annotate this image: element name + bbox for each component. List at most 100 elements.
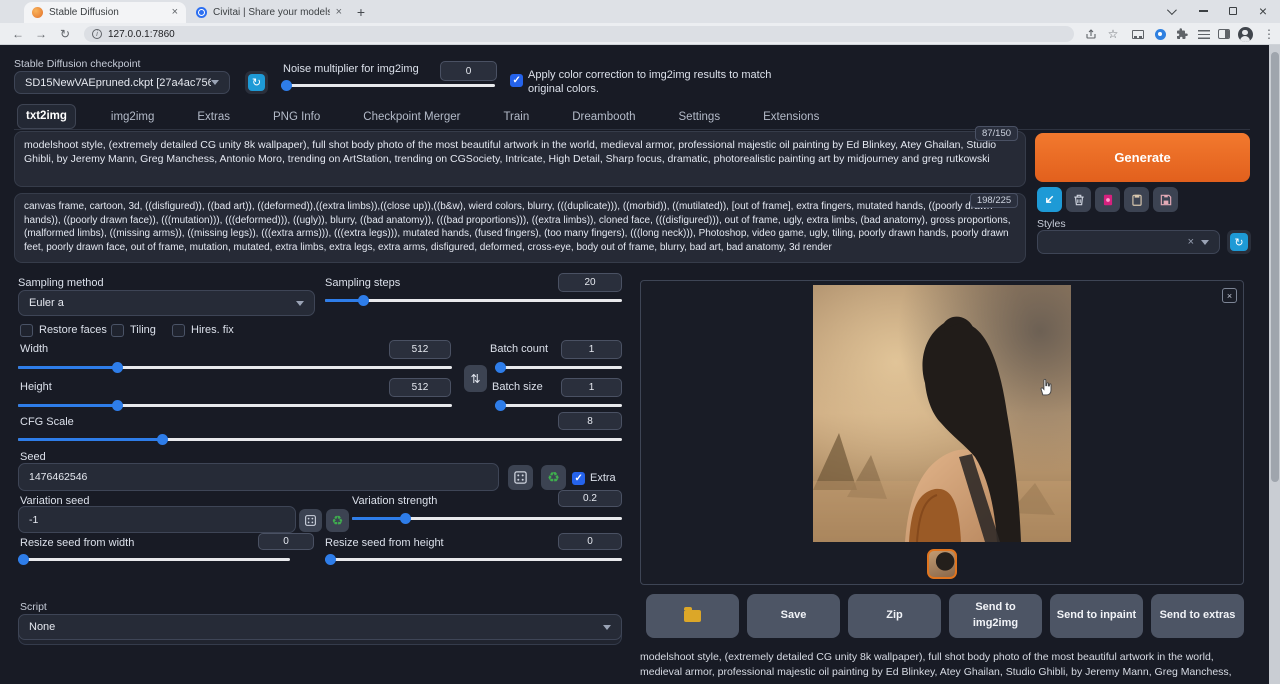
tab-settings[interactable]: Settings bbox=[671, 106, 729, 129]
share-icon[interactable] bbox=[1083, 26, 1099, 42]
blue-extension-icon[interactable] bbox=[1152, 26, 1168, 42]
styles-dropdown[interactable] bbox=[1037, 230, 1220, 254]
prompt-tool-buttons bbox=[1037, 187, 1178, 212]
browser-tab-strip: Stable Diffusion Civitai | Share your mo… bbox=[0, 0, 1280, 23]
send-to-extras-button[interactable]: Send to extras bbox=[1151, 594, 1244, 638]
swap-icon bbox=[470, 372, 480, 386]
hires-fix-checkbox[interactable] bbox=[172, 324, 185, 337]
profile-avatar[interactable] bbox=[1237, 26, 1253, 42]
browser-toolbar: 127.0.0.1:7860 bbox=[0, 23, 1280, 45]
media-extension-icon[interactable] bbox=[1130, 26, 1146, 42]
styles-refresh-button[interactable] bbox=[1227, 230, 1251, 254]
send-to-inpaint-button[interactable]: Send to inpaint bbox=[1050, 594, 1143, 638]
close-image-icon[interactable] bbox=[1222, 288, 1237, 303]
extra-seed-label: Extra bbox=[590, 472, 616, 484]
batch-size-value[interactable]: 1 bbox=[561, 378, 622, 397]
extra-networks-button[interactable] bbox=[1095, 187, 1120, 212]
checkpoint-dropdown[interactable]: SD15NewVAEpruned.ckpt [27a4ac756c] bbox=[14, 71, 230, 94]
resize-seed-width-slider[interactable] bbox=[18, 553, 290, 565]
batch-size-slider[interactable] bbox=[495, 399, 622, 411]
generated-image[interactable] bbox=[813, 285, 1071, 542]
batch-count-slider[interactable] bbox=[495, 361, 622, 373]
seed-value: 1476462546 bbox=[29, 471, 488, 483]
checkpoint-value: SD15NewVAEpruned.ckpt [27a4ac756c] bbox=[25, 77, 211, 89]
script-label: Script bbox=[20, 601, 47, 613]
variation-seed-input[interactable]: -1 bbox=[18, 506, 296, 533]
save-button[interactable]: Save bbox=[747, 594, 840, 638]
clear-prompt-button[interactable] bbox=[1066, 187, 1091, 212]
noise-multiplier-value[interactable]: 0 bbox=[440, 61, 497, 81]
variation-strength-slider[interactable] bbox=[352, 512, 622, 524]
color-correction-checkbox[interactable] bbox=[510, 74, 523, 87]
forward-icon[interactable] bbox=[33, 26, 49, 42]
height-value[interactable]: 512 bbox=[389, 378, 451, 397]
height-slider[interactable] bbox=[18, 399, 452, 411]
sampling-steps-value[interactable]: 20 bbox=[558, 273, 622, 292]
resize-seed-height-value[interactable]: 0 bbox=[558, 533, 622, 550]
back-icon[interactable] bbox=[10, 26, 26, 42]
reload-icon[interactable] bbox=[57, 26, 73, 42]
tab-txt2img[interactable]: txt2img bbox=[17, 104, 76, 129]
reuse-seed-button[interactable] bbox=[541, 465, 566, 490]
random-seed-button[interactable] bbox=[508, 465, 533, 490]
restore-faces-checkbox[interactable] bbox=[20, 324, 33, 337]
read-generation-params-button[interactable] bbox=[1037, 187, 1062, 212]
prompt-textarea[interactable]: modelshoot style, (extremely detailed CG… bbox=[14, 131, 1026, 187]
window-close-button[interactable] bbox=[1248, 0, 1278, 22]
browser-tab-stable-diffusion[interactable]: Stable Diffusion bbox=[24, 2, 186, 23]
noise-multiplier-slider[interactable] bbox=[281, 79, 495, 91]
variation-strength-value[interactable]: 0.2 bbox=[558, 490, 622, 507]
seed-input[interactable]: 1476462546 bbox=[18, 463, 499, 491]
styles-label: Styles bbox=[1037, 218, 1066, 230]
bookmark-star-icon[interactable] bbox=[1105, 26, 1121, 42]
scrollbar-thumb[interactable] bbox=[1271, 52, 1279, 482]
resize-seed-height-slider[interactable] bbox=[325, 553, 622, 565]
extra-seed-checkbox[interactable] bbox=[572, 472, 585, 485]
width-slider[interactable] bbox=[18, 361, 452, 373]
batch-count-value[interactable]: 1 bbox=[561, 340, 622, 359]
extensions-puzzle-icon[interactable] bbox=[1174, 26, 1190, 42]
cfg-scale-slider[interactable] bbox=[18, 433, 622, 445]
checkpoint-refresh-button[interactable] bbox=[245, 71, 268, 94]
tab-png-info[interactable]: PNG Info bbox=[265, 106, 328, 129]
negative-prompt-textarea[interactable]: canvas frame, cartoon, 3d, ((disfigured)… bbox=[14, 193, 1026, 263]
browser-menu-icon[interactable] bbox=[1261, 26, 1277, 42]
dice-icon bbox=[513, 470, 528, 485]
tab-close-icon[interactable] bbox=[336, 7, 342, 18]
sampling-method-dropdown[interactable]: Euler a bbox=[18, 290, 315, 316]
save-style-button[interactable] bbox=[1153, 187, 1178, 212]
gallery-thumbnail[interactable] bbox=[927, 549, 957, 579]
clear-styles-icon[interactable] bbox=[1188, 236, 1194, 248]
tab-close-icon[interactable] bbox=[172, 7, 178, 18]
resize-seed-width-value[interactable]: 0 bbox=[258, 533, 314, 550]
generate-button[interactable]: Generate bbox=[1035, 133, 1250, 182]
browser-tab-civitai[interactable]: Civitai | Share your models bbox=[188, 2, 350, 23]
open-folder-button[interactable] bbox=[646, 594, 739, 638]
send-to-img2img-button[interactable]: Send to img2img bbox=[949, 594, 1042, 638]
chrome-menu-chevron-icon[interactable] bbox=[1155, 0, 1185, 22]
tiling-checkbox[interactable] bbox=[111, 324, 124, 337]
swap-width-height-button[interactable] bbox=[464, 365, 487, 392]
side-panel-icon[interactable] bbox=[1216, 26, 1232, 42]
random-variation-seed-button[interactable] bbox=[299, 509, 322, 532]
reuse-variation-seed-button[interactable] bbox=[326, 509, 349, 532]
tab-extensions[interactable]: Extensions bbox=[755, 106, 827, 129]
tab-dreambooth[interactable]: Dreambooth bbox=[564, 106, 643, 129]
window-minimize-button[interactable] bbox=[1188, 0, 1218, 22]
address-bar[interactable]: 127.0.0.1:7860 bbox=[84, 26, 1074, 42]
sampling-steps-slider[interactable] bbox=[325, 294, 622, 306]
tab-extras[interactable]: Extras bbox=[189, 106, 238, 129]
tab-img2img[interactable]: img2img bbox=[103, 106, 162, 129]
site-info-icon[interactable] bbox=[92, 29, 102, 39]
new-tab-button[interactable] bbox=[352, 4, 370, 22]
script-dropdown[interactable]: None bbox=[18, 614, 622, 640]
window-restore-button[interactable] bbox=[1218, 0, 1248, 22]
tab-checkpoint-merger[interactable]: Checkpoint Merger bbox=[355, 106, 468, 129]
cfg-scale-value[interactable]: 8 bbox=[558, 412, 622, 430]
zip-button[interactable]: Zip bbox=[848, 594, 941, 638]
reading-list-icon[interactable] bbox=[1196, 26, 1212, 42]
width-value[interactable]: 512 bbox=[389, 340, 451, 359]
recycle-icon bbox=[332, 513, 344, 529]
tab-train[interactable]: Train bbox=[495, 106, 537, 129]
apply-styles-button[interactable] bbox=[1124, 187, 1149, 212]
